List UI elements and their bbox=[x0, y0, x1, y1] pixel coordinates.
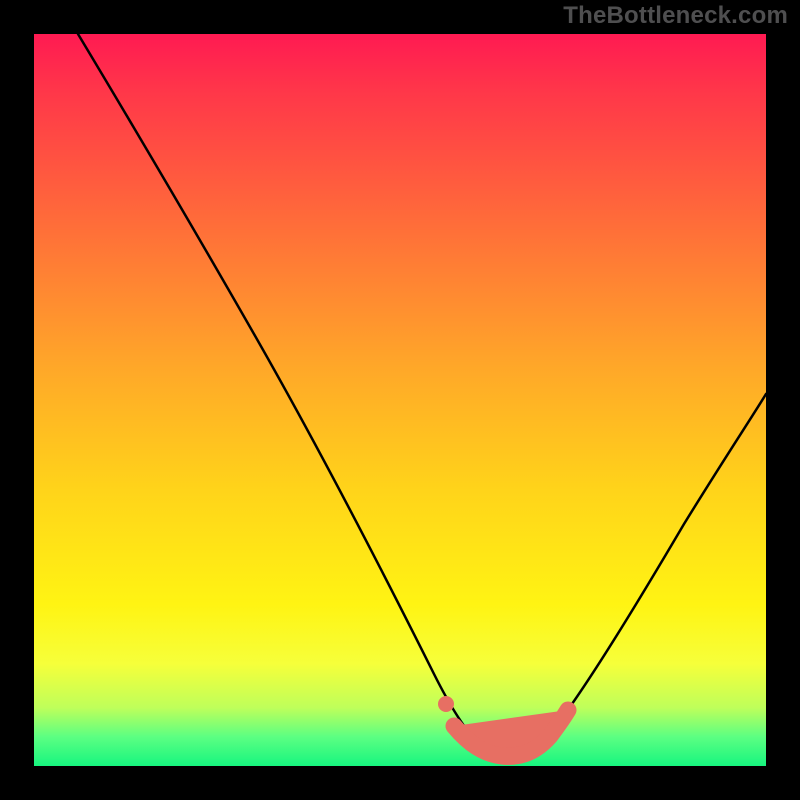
watermark-text: TheBottleneck.com bbox=[563, 2, 788, 30]
minimum-marker bbox=[438, 696, 568, 756]
curve-layer bbox=[34, 34, 766, 766]
bottleneck-curve-path bbox=[78, 34, 766, 758]
plot-area bbox=[34, 34, 766, 766]
chart-frame: TheBottleneck.com bbox=[0, 0, 800, 800]
